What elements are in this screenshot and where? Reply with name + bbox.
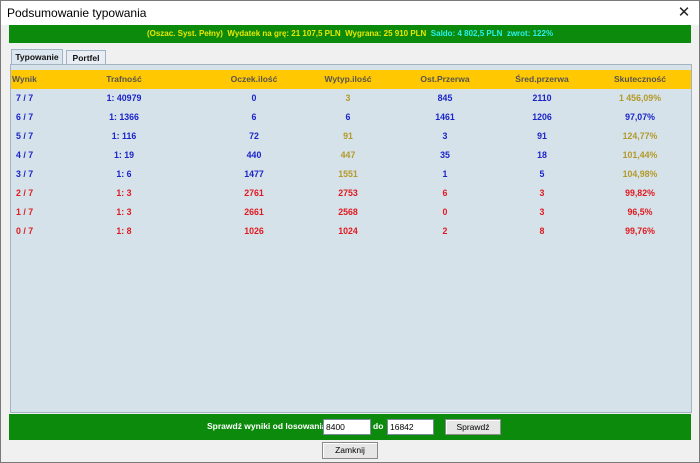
table-row: 7 / 7 1: 40979 0 3 845 2110 1 456,09% — [11, 89, 691, 108]
summary-system: (Oszac. Syst. Pełny) — [146, 29, 223, 38]
cell-skutecznosc: 99,76% — [625, 226, 655, 236]
title-bar: Podsumowanie typowania ✕ — [1, 1, 699, 25]
cell-oczek: 440 — [246, 150, 262, 160]
cell-oczek: 2761 — [244, 188, 264, 198]
cell-sred-przerwa: 3 — [539, 207, 545, 217]
cell-skutecznosc: 96,5% — [627, 207, 653, 217]
cell-ost-przerwa: 35 — [440, 150, 450, 160]
cell-ost-przerwa: 6 — [442, 188, 448, 198]
cell-wynik: 3 / 7 — [16, 169, 34, 179]
cell-oczek: 72 — [249, 131, 259, 141]
cell-ost-przerwa: 2 — [442, 226, 448, 236]
cell-sred-przerwa: 5 — [539, 169, 545, 179]
cell-trafnosc: 1: 40979 — [106, 93, 142, 103]
cell-wytyp: 91 — [343, 131, 353, 141]
cell-trafnosc: 1: 3 — [116, 188, 132, 198]
cell-ost-przerwa: 3 — [442, 131, 448, 141]
cell-wytyp: 2568 — [338, 207, 358, 217]
summary-window: Podsumowanie typowania ✕ (Oszac. Syst. P… — [0, 0, 700, 463]
cell-skutecznosc: 101,44% — [622, 150, 658, 160]
close-icon[interactable]: ✕ — [669, 1, 699, 25]
table-row: 2 / 7 1: 3 2761 2753 6 3 99,82% — [11, 184, 691, 203]
table-row: 1 / 7 1: 3 2661 2568 0 3 96,5% — [11, 203, 691, 222]
cell-trafnosc: 1: 19 — [113, 150, 135, 160]
tab-portfel[interactable]: Portfel — [66, 50, 106, 64]
cell-sred-przerwa: 18 — [537, 150, 547, 160]
cell-wytyp: 6 — [345, 112, 351, 122]
cell-ost-przerwa: 1461 — [435, 112, 455, 122]
summary-wygrana: Wygrana: 25 910 PLN — [345, 29, 427, 38]
summary-zwrot: zwrot: 122% — [506, 29, 554, 38]
header-trafnosc: Trafność — [106, 74, 142, 84]
check-bar: Sprawdź wyniki od losowania: do Sprawdź — [9, 414, 691, 440]
cell-skutecznosc: 99,82% — [625, 188, 655, 198]
cell-skutecznosc: 1 456,09% — [618, 93, 662, 103]
table-row: 0 / 7 1: 8 1026 1024 2 8 99,76% — [11, 222, 691, 241]
cell-wynik: 1 / 7 — [16, 207, 34, 217]
cell-wytyp: 1551 — [338, 169, 358, 179]
cell-wynik: 6 / 7 — [16, 112, 34, 122]
cell-skutecznosc: 97,07% — [625, 112, 655, 122]
cell-ost-przerwa: 1 — [442, 169, 448, 179]
cell-wytyp: 1024 — [338, 226, 358, 236]
cell-trafnosc: 1: 116 — [111, 131, 137, 141]
summary-saldo: Saldo: 4 802,5 PLN — [430, 29, 503, 38]
cell-sred-przerwa: 91 — [537, 131, 547, 141]
header-ost-przerwa: Ost.Przerwa — [420, 74, 470, 84]
table-header: Wynik Trafność Oczek.ilość Wytyp.ilość O… — [11, 70, 691, 89]
table-row: 3 / 7 1: 6 1477 1551 1 5 104,98% — [11, 165, 691, 184]
summary-bar: (Oszac. Syst. Pełny) Wydatek na grę: 21 … — [9, 25, 691, 43]
cell-wynik: 2 / 7 — [16, 188, 34, 198]
cell-ost-przerwa: 0 — [442, 207, 448, 217]
header-skutecznosc: Skuteczność — [614, 74, 666, 84]
window-title: Podsumowanie typowania — [7, 6, 147, 20]
cell-wytyp: 3 — [345, 93, 351, 103]
from-draw-input[interactable] — [323, 419, 371, 435]
cell-trafnosc: 1: 1366 — [109, 112, 139, 122]
cell-skutecznosc: 124,77% — [622, 131, 658, 141]
cell-trafnosc: 1: 3 — [116, 207, 132, 217]
cell-trafnosc: 1: 8 — [116, 226, 132, 236]
cell-sred-przerwa: 2110 — [532, 93, 552, 103]
to-label: do — [373, 421, 384, 431]
cell-wynik: 7 / 7 — [16, 93, 34, 103]
header-oczek: Oczek.ilość — [230, 74, 278, 84]
cell-oczek: 6 — [251, 112, 257, 122]
check-button[interactable]: Sprawdź — [445, 419, 501, 435]
cell-skutecznosc: 104,98% — [622, 169, 658, 179]
cell-wytyp: 2753 — [338, 188, 358, 198]
cell-trafnosc: 1: 6 — [116, 169, 132, 179]
close-button[interactable]: Zamknij — [322, 442, 378, 459]
cell-sred-przerwa: 1206 — [532, 112, 552, 122]
cell-oczek: 0 — [251, 93, 257, 103]
header-wytyp: Wytyp.ilość — [324, 74, 372, 84]
summary-wydatek: Wydatek na grę: 21 107,5 PLN — [227, 29, 341, 38]
header-sred-przerwa: Śred.przerwa — [515, 74, 569, 84]
cell-wynik: 5 / 7 — [16, 131, 34, 141]
cell-sred-przerwa: 8 — [539, 226, 545, 236]
cell-wynik: 0 / 7 — [16, 226, 34, 236]
cell-oczek: 1026 — [244, 226, 264, 236]
cell-wytyp: 447 — [340, 150, 356, 160]
cell-wynik: 4 / 7 — [16, 150, 34, 160]
check-label: Sprawdź wyniki od losowania: — [207, 421, 330, 431]
results-panel: Wynik Trafność Oczek.ilość Wytyp.ilość O… — [10, 64, 692, 413]
header-wynik: Wynik — [12, 74, 37, 84]
tab-typowanie[interactable]: Typowanie — [11, 49, 63, 64]
table-row: 6 / 7 1: 1366 6 6 1461 1206 97,07% — [11, 108, 691, 127]
table-row: 4 / 7 1: 19 440 447 35 18 101,44% — [11, 146, 691, 165]
table-row: 5 / 7 1: 116 72 91 3 91 124,77% — [11, 127, 691, 146]
cell-oczek: 2661 — [244, 207, 264, 217]
cell-ost-przerwa: 845 — [437, 93, 453, 103]
cell-sred-przerwa: 3 — [539, 188, 545, 198]
to-draw-input[interactable] — [387, 419, 434, 435]
cell-oczek: 1477 — [244, 169, 264, 179]
